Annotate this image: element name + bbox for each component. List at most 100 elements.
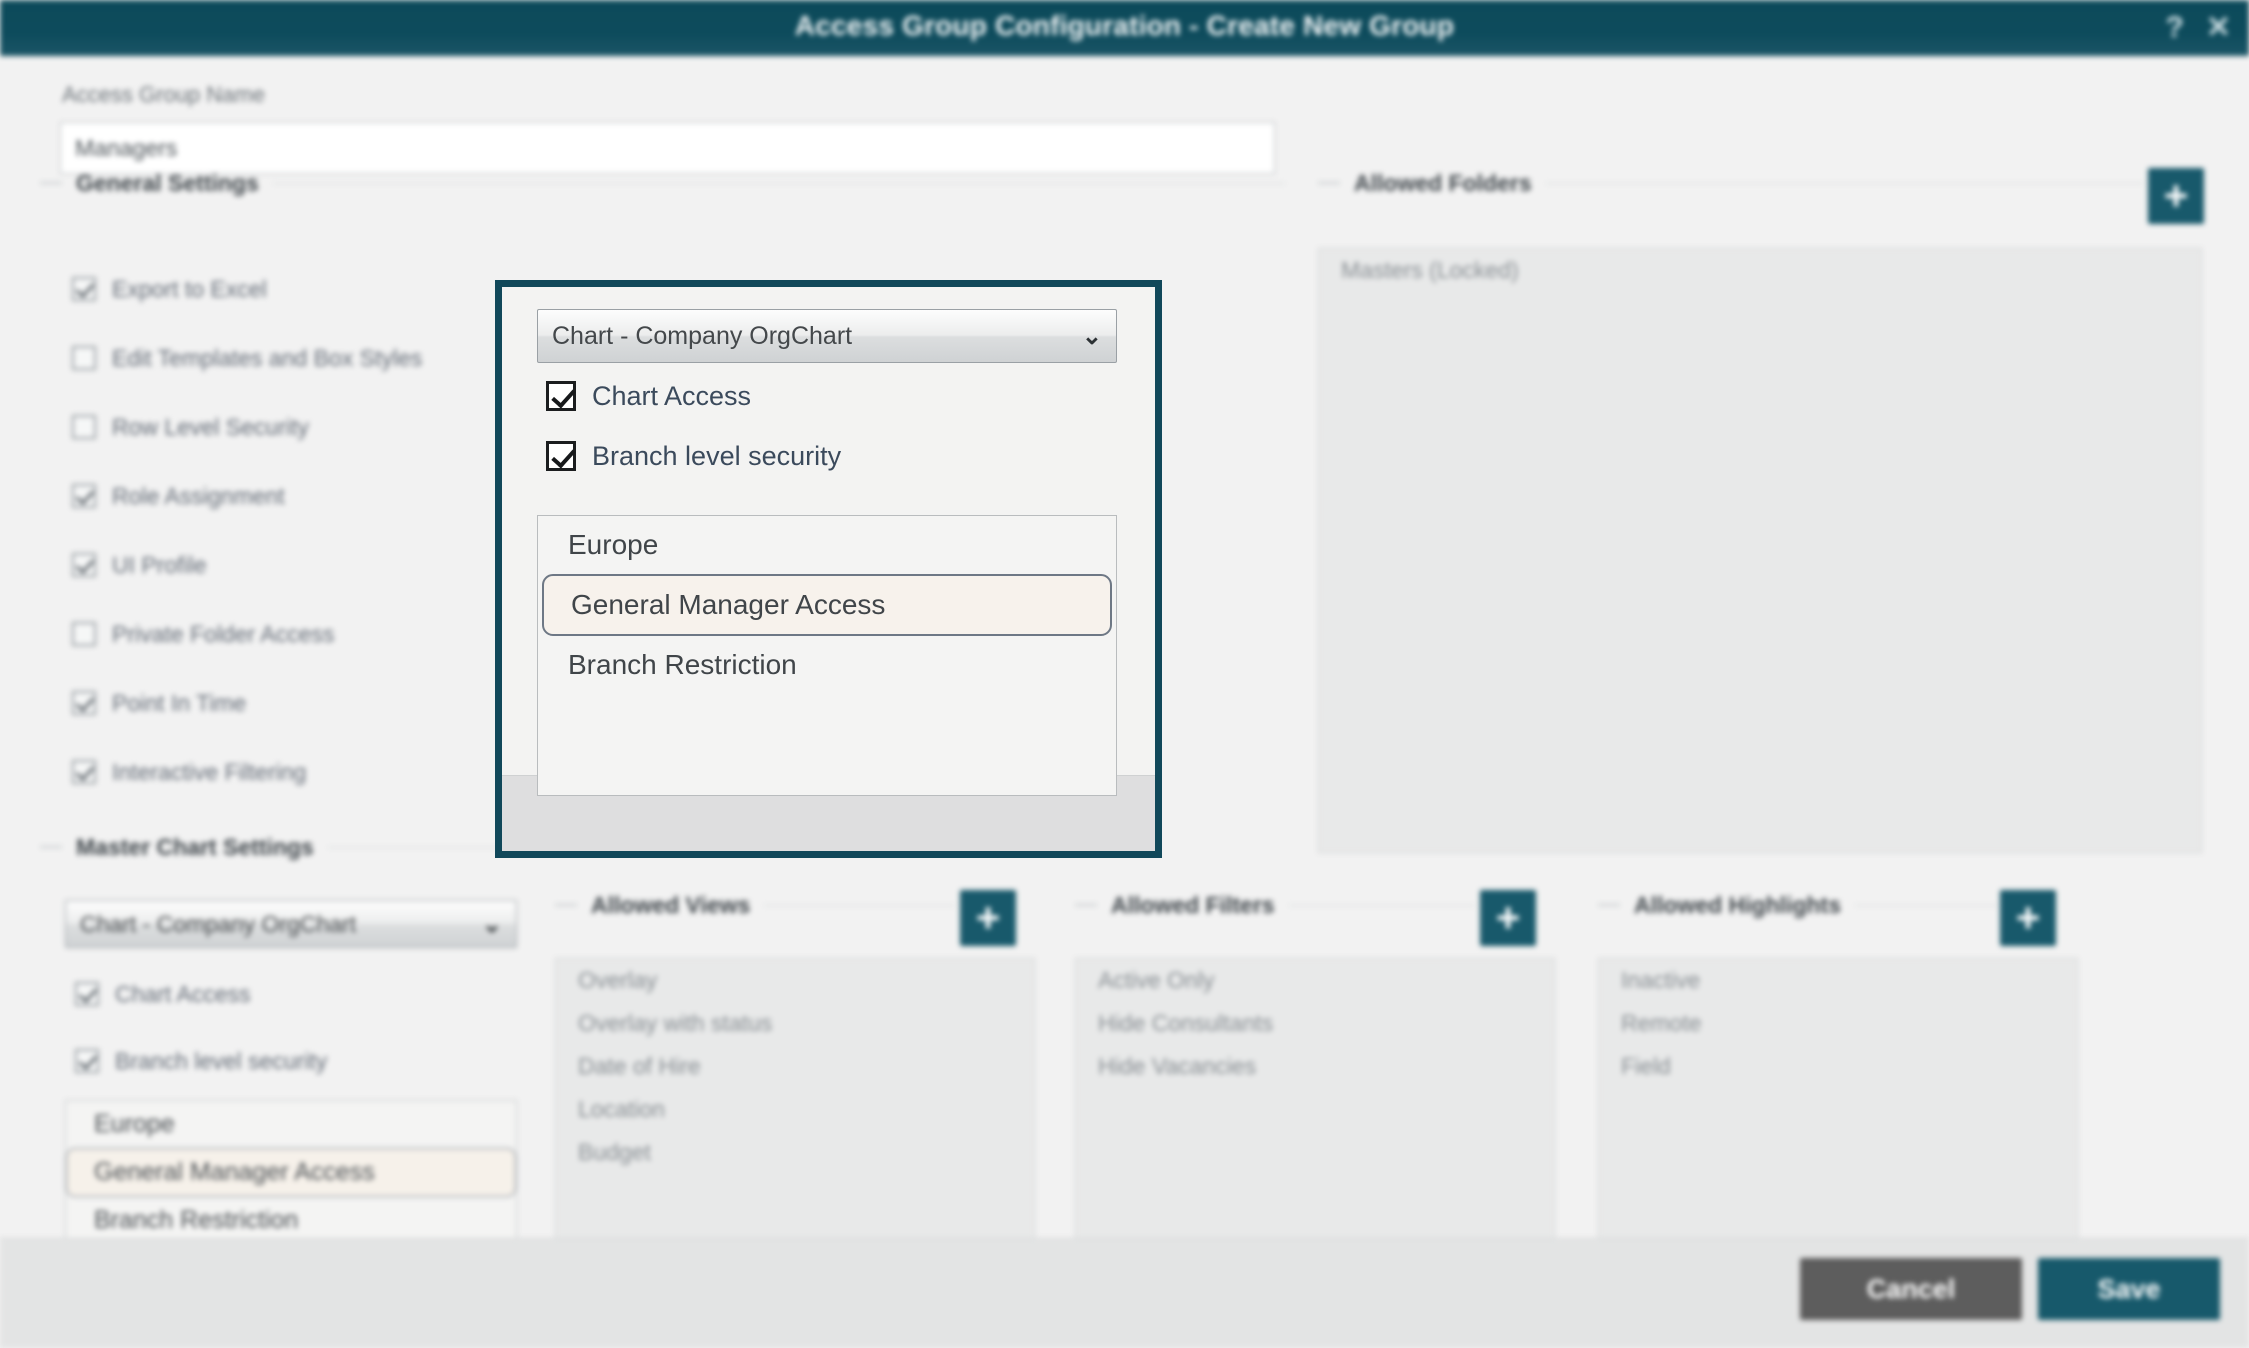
checkbox-icon[interactable]: [72, 691, 96, 715]
allowed-views-header: Allowed Views: [555, 890, 955, 920]
popup-checkbox-chart-access[interactable]: Chart Access: [546, 379, 751, 413]
popup-chart-select-value: Chart - Company OrgChart: [552, 321, 853, 350]
allowed-folders-header: Allowed Folders: [1318, 168, 2143, 198]
list-item[interactable]: Overlay: [556, 959, 1034, 1002]
checkbox-icon[interactable]: [72, 484, 96, 508]
checkbox-label: Chart Access: [115, 980, 251, 1007]
checkbox-icon[interactable]: [72, 346, 96, 370]
checkbox-label: Chart Access: [592, 380, 752, 411]
add-allowed-highlight-button[interactable]: +: [2000, 890, 2056, 946]
section-rule: [272, 182, 1285, 184]
section-dash-icon: [1598, 904, 1620, 906]
titlebar-buttons: ? ✕: [2166, 6, 2231, 50]
allowed-views-heading: Allowed Views: [591, 891, 751, 918]
allowed-folders-list[interactable]: Masters (Locked): [1318, 248, 2202, 853]
checkbox-icon[interactable]: [72, 760, 96, 784]
checkbox-label: Interactive Filtering: [112, 758, 307, 785]
section-dash-icon: [1075, 904, 1097, 906]
checkbox-icon[interactable]: [72, 415, 96, 439]
checkbox-label: Private Folder Access: [112, 620, 335, 647]
list-item[interactable]: Location: [556, 1088, 1034, 1131]
list-item[interactable]: Branch Restriction: [538, 636, 1116, 694]
plus-icon: +: [2015, 894, 2041, 941]
section-rule: [1288, 904, 1475, 906]
popup-inner: Chart - Company OrgChart ⌄ Chart Access …: [502, 287, 1155, 851]
list-item[interactable]: General Manager Access: [542, 574, 1112, 636]
chevron-down-icon: ⌄: [1081, 322, 1102, 350]
list-item[interactable]: Budget: [556, 1131, 1034, 1174]
checkbox-row-level-security[interactable]: Row Level Security: [72, 410, 309, 444]
list-item[interactable]: Europe: [66, 1101, 516, 1148]
master-checkbox-branch-level-security[interactable]: Branch level security: [75, 1044, 327, 1078]
save-button-label: Save: [2097, 1273, 2161, 1304]
allowed-highlights-header: Allowed Highlights: [1598, 890, 1998, 920]
add-allowed-filter-button[interactable]: +: [1480, 890, 1536, 946]
add-allowed-folder-button[interactable]: +: [2148, 168, 2204, 224]
checkbox-icon[interactable]: [75, 982, 99, 1006]
chart-settings-popup: Chart - Company OrgChart ⌄ Chart Access …: [495, 280, 1162, 858]
list-item[interactable]: Remote: [1599, 1002, 2077, 1045]
checkbox-icon[interactable]: [72, 277, 96, 301]
allowed-highlights-list[interactable]: Inactive Remote Field: [1598, 958, 2078, 1248]
section-dash-icon: [1318, 182, 1340, 184]
section-rule: [764, 904, 955, 906]
cancel-button[interactable]: Cancel: [1800, 1258, 2022, 1320]
cancel-button-label: Cancel: [1866, 1273, 1956, 1304]
checkbox-icon[interactable]: [546, 381, 576, 411]
checkbox-point-in-time[interactable]: Point In Time: [72, 686, 246, 720]
master-chart-select[interactable]: Chart - Company OrgChart ⌄: [65, 900, 517, 948]
save-button[interactable]: Save: [2038, 1258, 2220, 1320]
master-chart-select-value: Chart - Company OrgChart: [80, 910, 357, 937]
close-icon[interactable]: ✕: [2206, 6, 2231, 50]
checkbox-icon[interactable]: [546, 441, 576, 471]
plus-icon: +: [975, 894, 1001, 941]
plus-icon: +: [2163, 172, 2189, 219]
popup-chart-select[interactable]: Chart - Company OrgChart ⌄: [537, 309, 1117, 363]
window-title: Access Group Configuration - Create New …: [794, 10, 1455, 41]
section-rule: [1545, 182, 2143, 184]
checkbox-icon[interactable]: [72, 622, 96, 646]
checkbox-edit-templates-and-box-styles[interactable]: Edit Templates and Box Styles: [72, 341, 422, 375]
checkbox-icon[interactable]: [75, 1049, 99, 1073]
checkbox-label: Row Level Security: [112, 413, 309, 440]
section-dash-icon: [40, 846, 62, 848]
checkbox-icon[interactable]: [72, 553, 96, 577]
allowed-filters-header: Allowed Filters: [1075, 890, 1475, 920]
general-settings-header: General Settings: [40, 168, 1285, 198]
allowed-views-list[interactable]: Overlay Overlay with status Date of Hire…: [555, 958, 1035, 1248]
list-item[interactable]: Branch Restriction: [66, 1197, 516, 1244]
list-item[interactable]: Active Only: [1076, 959, 1554, 1002]
checkbox-label: Point In Time: [112, 689, 247, 716]
checkbox-interactive-filtering[interactable]: Interactive Filtering: [72, 755, 306, 789]
allowed-filters-heading: Allowed Filters: [1111, 891, 1275, 918]
add-allowed-view-button[interactable]: +: [960, 890, 1016, 946]
chevron-down-icon: ⌄: [481, 910, 502, 938]
plus-icon: +: [1495, 894, 1521, 941]
checkbox-private-folder-access[interactable]: Private Folder Access: [72, 617, 334, 651]
popup-branch-listbox[interactable]: Europe General Manager Access Branch Res…: [537, 515, 1117, 796]
checkbox-role-assignment[interactable]: Role Assignment: [72, 479, 285, 513]
list-item[interactable]: Overlay with status: [556, 1002, 1034, 1045]
checkbox-label: Edit Templates and Box Styles: [112, 344, 423, 371]
checkbox-label: Branch level security: [115, 1047, 328, 1074]
popup-checkbox-branch-level-security[interactable]: Branch level security: [546, 439, 841, 473]
checkbox-label: Export to Excel: [112, 275, 267, 302]
allowed-folders-heading: Allowed Folders: [1354, 169, 1532, 196]
checkbox-label: UI Profile: [112, 551, 207, 578]
list-item[interactable]: Date of Hire: [556, 1045, 1034, 1088]
master-checkbox-chart-access[interactable]: Chart Access: [75, 977, 251, 1011]
list-item[interactable]: Hide Consultants: [1076, 1002, 1554, 1045]
help-icon[interactable]: ?: [2166, 6, 2184, 50]
list-item[interactable]: Europe: [538, 516, 1116, 574]
access-group-name-input[interactable]: Managers: [60, 122, 1275, 174]
list-item[interactable]: General Manager Access: [66, 1148, 516, 1197]
list-item[interactable]: Inactive: [1599, 959, 2077, 1002]
list-item[interactable]: Masters (Locked): [1319, 249, 2201, 292]
master-chart-settings-heading: Master Chart Settings: [76, 833, 314, 860]
list-item[interactable]: Field: [1599, 1045, 2077, 1088]
checkbox-label: Role Assignment: [112, 482, 285, 509]
checkbox-export-to-excel[interactable]: Export to Excel: [72, 272, 267, 306]
allowed-filters-list[interactable]: Active Only Hide Consultants Hide Vacanc…: [1075, 958, 1555, 1248]
checkbox-ui-profile[interactable]: UI Profile: [72, 548, 207, 582]
list-item[interactable]: Hide Vacancies: [1076, 1045, 1554, 1088]
